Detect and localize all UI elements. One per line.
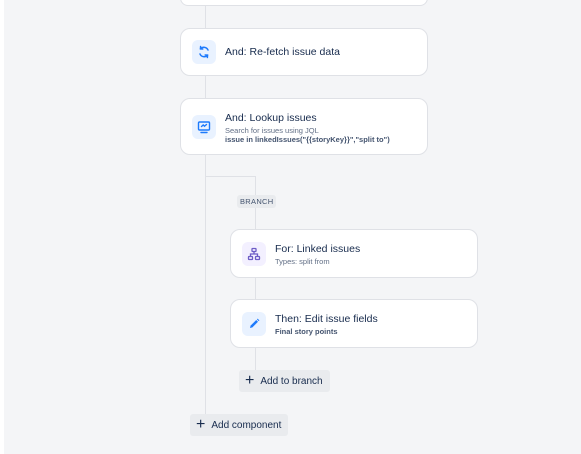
linked-issues-subtitle: Types: split from: [275, 257, 330, 266]
lookup-jql: issue in linkedIssues("{{storyKey}}","sp…: [225, 135, 390, 144]
edit-issue-fields-subtitle: Final story points: [275, 327, 338, 336]
refetch-title: And: Re-fetch issue data: [225, 46, 340, 58]
add-component-label: Add component: [211, 419, 282, 431]
lookup-subtitle: Search for issues using JQL: [225, 126, 319, 135]
plus-icon: +: [196, 416, 206, 433]
linked-issues-title: For: Linked issues: [275, 243, 361, 255]
add-component-button[interactable]: + Add component: [190, 414, 289, 436]
add-to-branch-label: Add to branch: [260, 375, 323, 387]
pencil-icon: [242, 312, 266, 336]
refresh-icon: [192, 40, 216, 64]
lookup-issues-card[interactable]: And: Lookup issues Search for issues usi…: [180, 98, 428, 155]
edit-issue-fields-title: Then: Edit issue fields: [275, 313, 378, 325]
plus-icon: +: [245, 372, 255, 389]
refetch-issue-card[interactable]: And: Re-fetch issue data: [180, 28, 428, 76]
lookup-title: And: Lookup issues: [225, 112, 317, 124]
branch-connector-line: [205, 176, 255, 177]
linked-issues-card[interactable]: For: Linked issues Types: split from: [230, 229, 478, 278]
monitor-search-icon: [192, 115, 216, 139]
previous-component-card[interactable]: [180, 0, 428, 6]
hierarchy-icon: [242, 242, 266, 266]
branch-badge: BRANCH: [237, 195, 277, 208]
add-to-branch-button[interactable]: + Add to branch: [239, 370, 330, 392]
edit-issue-fields-card[interactable]: Then: Edit issue fields Final story poin…: [230, 299, 478, 348]
